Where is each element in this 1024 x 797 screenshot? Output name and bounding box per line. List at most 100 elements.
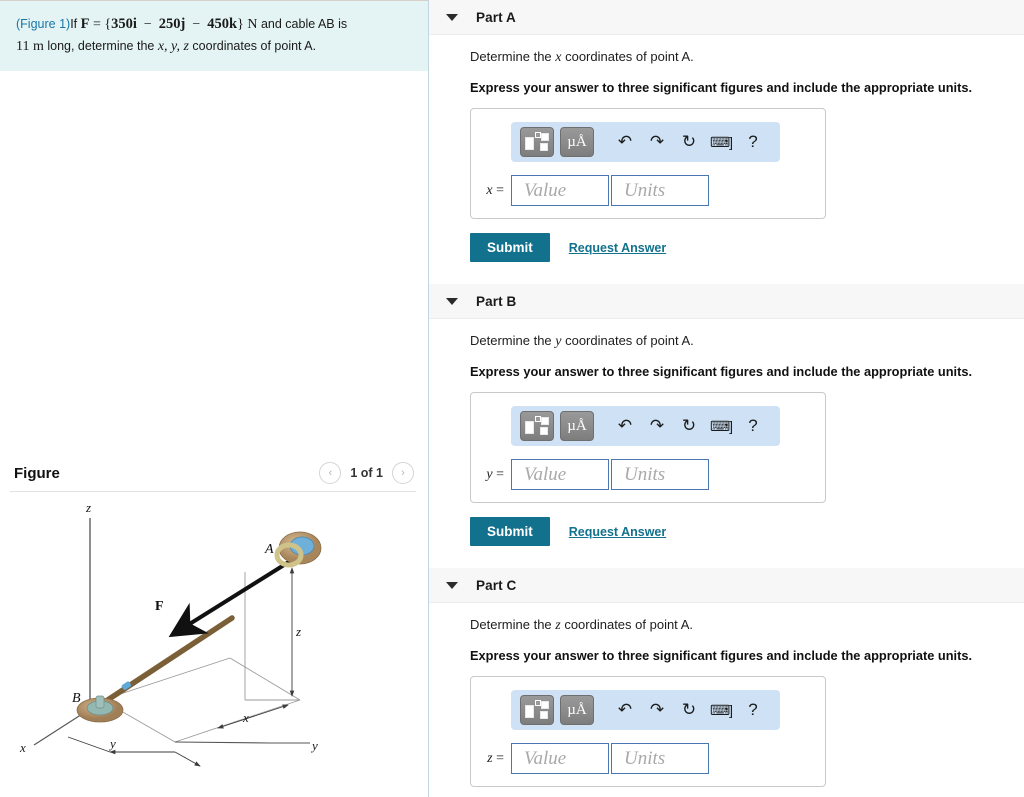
- figure-header: Figure ‹ 1 of 1 ›: [0, 455, 428, 491]
- prompt-pre-c: Determine the: [470, 617, 556, 632]
- chevron-left-icon[interactable]: ‹: [319, 462, 342, 484]
- j-term: 250j: [158, 16, 186, 32]
- units-icon[interactable]: µÅ: [560, 411, 594, 441]
- undo-icon[interactable]: ↶: [612, 697, 638, 723]
- dimension-x-line: [217, 704, 289, 729]
- plane-edge-3: [229, 657, 301, 701]
- equals-b: =: [496, 466, 504, 482]
- math-template-icon[interactable]: [520, 411, 554, 441]
- spacer-b-c: [429, 546, 1024, 568]
- part-header-c[interactable]: Part C: [429, 568, 1024, 603]
- actions-b: Submit Request Answer: [470, 517, 1024, 546]
- part-instruction-c: Express your answer to three significant…: [470, 648, 973, 663]
- math-toolbar-b: µÅ ↶ ↷ ↻ ⌨] ?: [511, 406, 780, 446]
- units-icon[interactable]: µÅ: [560, 695, 594, 725]
- point-b-label: B: [72, 691, 81, 706]
- equals-a: =: [496, 182, 504, 198]
- part-prompt-a: Determine the x coordinates of point A.: [470, 49, 1024, 66]
- caret-down-icon[interactable]: [446, 297, 458, 305]
- spacer-a-b: [429, 262, 1024, 284]
- undo-icon[interactable]: ↶: [612, 413, 638, 439]
- variable-label-b: y =: [481, 467, 511, 483]
- figure-pagination: ‹ 1 of 1 ›: [319, 462, 414, 484]
- figure-count-label: 1 of 1: [350, 466, 383, 480]
- plane-edge-4: [174, 699, 301, 743]
- figure-diagram[interactable]: z x y F A B z x y: [0, 500, 429, 790]
- force-arrow: [168, 553, 302, 638]
- point-a-label: A: [264, 542, 274, 557]
- math-toolbar-a: µÅ ↶ ↷ ↻ ⌨] ?: [511, 122, 780, 162]
- dimension-y-leader: [67, 736, 111, 753]
- template-glyph: [525, 416, 549, 436]
- problem-text-mid: and cable AB is: [257, 17, 348, 31]
- answer-row-a: x = Value Units: [481, 175, 815, 206]
- equals-c: =: [496, 750, 504, 766]
- units-input-a[interactable]: Units: [611, 175, 709, 206]
- chevron-right-icon[interactable]: ›: [392, 462, 414, 484]
- dimension-x-label: x: [242, 710, 249, 725]
- part-prompt-c: Determine the z coordinates of point A.: [470, 617, 1024, 634]
- part-header-a[interactable]: Part A: [429, 0, 1024, 35]
- help-icon[interactable]: ?: [740, 129, 766, 155]
- prompt-post-b: coordinates of point A.: [561, 333, 694, 348]
- undo-icon[interactable]: ↶: [612, 129, 638, 155]
- units-icon[interactable]: µÅ: [560, 127, 594, 157]
- value-input-b[interactable]: Value: [511, 459, 609, 490]
- units-input-b[interactable]: Units: [611, 459, 709, 490]
- keyboard-icon[interactable]: ⌨]: [708, 413, 734, 439]
- part-instruction-b: Express your answer to three significant…: [470, 364, 973, 379]
- redo-icon[interactable]: ↷: [644, 697, 670, 723]
- part-title-a: Part A: [476, 9, 516, 25]
- variable-c: z: [487, 750, 493, 766]
- value-input-c[interactable]: Value: [511, 743, 609, 774]
- math-template-icon[interactable]: [520, 127, 554, 157]
- answer-row-b: y = Value Units: [481, 459, 815, 490]
- problem-text-2c: coordinates of point A.: [188, 38, 317, 53]
- redo-icon[interactable]: ↷: [644, 129, 670, 155]
- request-answer-link-a[interactable]: Request Answer: [569, 241, 666, 255]
- units-glyph: µÅ: [567, 133, 587, 150]
- cable-ab: [97, 615, 235, 708]
- variable-label-c: z =: [481, 751, 511, 767]
- axis-y-right-line: [174, 741, 271, 744]
- part-body-a: Determine the x coordinates of point A. …: [429, 35, 1024, 262]
- i-term: 350i: [111, 16, 137, 32]
- dimension-z-label: z: [295, 624, 301, 639]
- template-glyph: [525, 700, 549, 720]
- part-prompt-b: Determine the y coordinates of point A.: [470, 333, 1024, 350]
- caret-down-icon[interactable]: [446, 581, 458, 589]
- bracket-glyph: ]: [729, 418, 733, 434]
- variable-b: y: [486, 466, 493, 482]
- answer-box-c: µÅ ↶ ↷ ↻ ⌨] ? z = Value Units: [470, 676, 826, 787]
- point-b-post: [95, 695, 105, 709]
- figure-reference-link[interactable]: (Figure 1): [16, 17, 70, 31]
- prompt-pre-b: Determine the: [470, 333, 556, 348]
- dimension-y-label: y: [108, 736, 116, 751]
- help-icon[interactable]: ?: [740, 697, 766, 723]
- reset-icon[interactable]: ↻: [676, 697, 702, 723]
- minus-one: −: [136, 17, 159, 32]
- help-icon[interactable]: ?: [740, 413, 766, 439]
- part-header-b[interactable]: Part B: [429, 284, 1024, 319]
- answer-box-a: µÅ ↶ ↷ ↻ ⌨] ? x = Value Units: [470, 108, 826, 219]
- units-input-c[interactable]: Units: [611, 743, 709, 774]
- bracket-glyph: ]: [729, 702, 733, 718]
- units-glyph: µÅ: [567, 701, 587, 718]
- equals-sign: =: [89, 17, 105, 32]
- part-instruction-a: Express your answer to three significant…: [470, 80, 973, 95]
- caret-down-icon[interactable]: [446, 13, 458, 21]
- reset-icon[interactable]: ↻: [676, 129, 702, 155]
- dimension-y-tail: [174, 751, 201, 767]
- request-answer-link-b[interactable]: Request Answer: [569, 525, 666, 539]
- submit-button-a[interactable]: Submit: [470, 233, 550, 262]
- redo-icon[interactable]: ↷: [644, 413, 670, 439]
- reset-icon[interactable]: ↻: [676, 413, 702, 439]
- value-input-a[interactable]: Value: [511, 175, 609, 206]
- keyboard-icon[interactable]: ⌨]: [708, 697, 734, 723]
- problem-text-2b: long, determine the: [43, 38, 158, 53]
- keyboard-icon[interactable]: ⌨]: [708, 129, 734, 155]
- answer-box-b: µÅ ↶ ↷ ↻ ⌨] ? y = Value Units: [470, 392, 826, 503]
- math-template-icon[interactable]: [520, 695, 554, 725]
- submit-button-b[interactable]: Submit: [470, 517, 550, 546]
- answer-row-c: z = Value Units: [481, 743, 815, 774]
